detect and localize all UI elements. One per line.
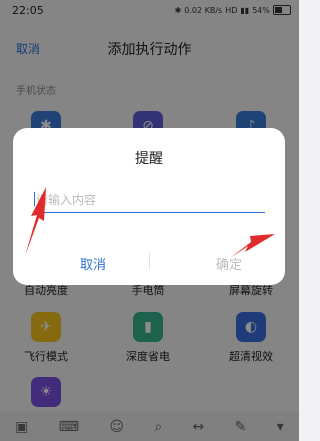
annotation-arrows <box>25 187 275 258</box>
red-arrow-right <box>230 234 275 258</box>
red-arrow-left <box>25 187 46 256</box>
